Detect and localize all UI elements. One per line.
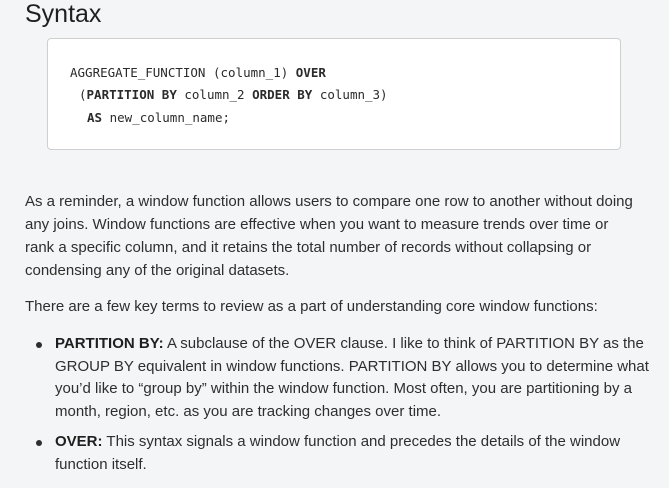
bullet-icon	[36, 342, 42, 348]
code-keyword-partition-by: PARTITION BY	[86, 87, 177, 102]
section-heading: Syntax	[25, 0, 102, 28]
paragraph-key-terms-intro: There are a few key terms to review as a…	[25, 298, 598, 315]
list-item-over: OVER: This syntax signals a window funct…	[25, 431, 650, 476]
term-description: This syntax signals a window function an…	[55, 433, 621, 473]
term-label: PARTITION BY:	[55, 335, 164, 352]
list-item-partition-by: PARTITION BY: A subclause of the OVER cl…	[25, 333, 650, 423]
code-line-1: AGGREGATE_FUNCTION (column_1) OVER	[70, 65, 326, 81]
term-label: OVER:	[55, 433, 103, 450]
code-paren: (	[79, 87, 87, 102]
code-text: AGGREGATE_FUNCTION (column_1)	[70, 65, 296, 80]
code-text: column_2	[176, 87, 253, 102]
code-keyword-over: OVER	[295, 65, 326, 80]
code-block: AGGREGATE_FUNCTION (column_1) OVER (PART…	[47, 38, 621, 150]
code-line-3: AS new_column_name;	[87, 110, 230, 126]
code-keyword-as: AS	[87, 110, 103, 125]
bullet-icon	[36, 440, 42, 446]
code-text: new_column_name;	[102, 110, 230, 125]
code-text: column_3)	[312, 87, 388, 102]
key-terms-list: PARTITION BY: A subclause of the OVER cl…	[25, 333, 650, 476]
paragraph-window-function-reminder: As a reminder, a window function allows …	[25, 193, 633, 279]
code-keyword-order-by: ORDER BY	[252, 87, 313, 102]
code-line-2: (PARTITION BY column_2 ORDER BY column_3…	[79, 87, 388, 103]
